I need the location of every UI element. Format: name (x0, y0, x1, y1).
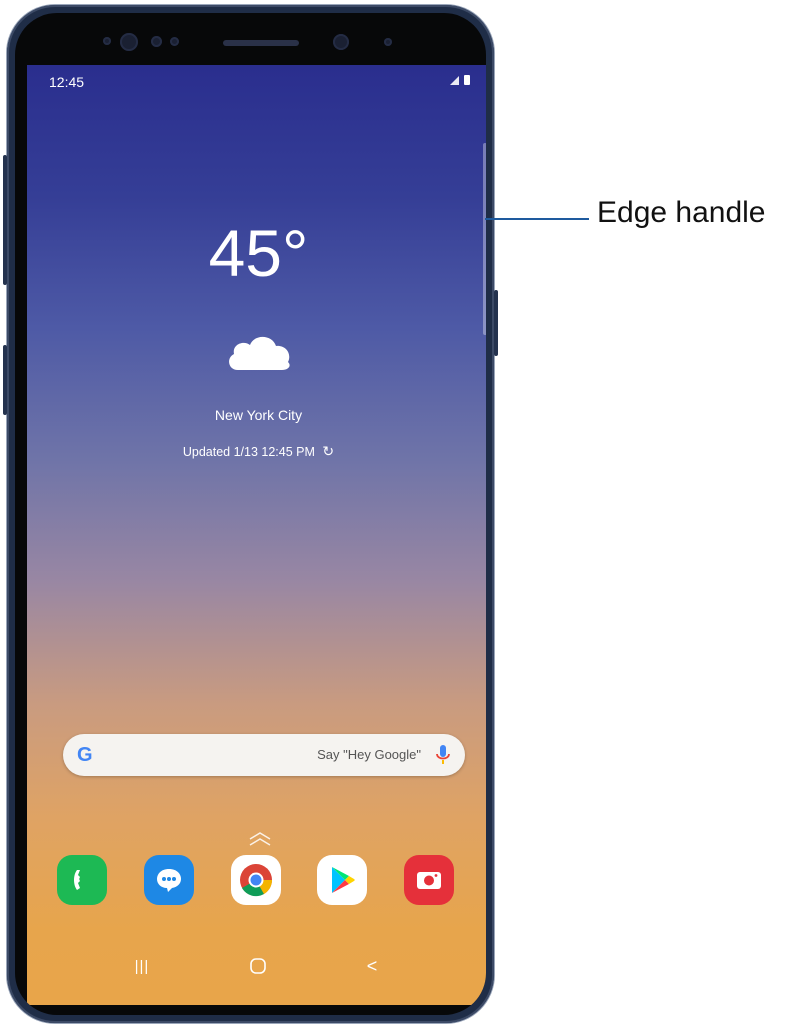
home-icon (250, 958, 266, 974)
weather-temperature[interactable]: 45° (27, 220, 486, 286)
callout-line (485, 218, 589, 220)
weather-updated-text: Updated 1/13 12:45 PM (182, 445, 315, 459)
play-store-app-icon[interactable] (317, 855, 367, 905)
bixby-volume-button (3, 155, 7, 285)
google-logo-icon: G (77, 744, 93, 766)
back-button[interactable]: < (357, 951, 387, 981)
callout-label: Edge handle (597, 196, 766, 229)
recents-button[interactable]: ||| (127, 951, 157, 981)
camera-app-icon[interactable] (404, 855, 454, 905)
status-time: 12:45 (49, 74, 85, 90)
google-search-bar[interactable]: G Say "Hey Google" (63, 734, 465, 776)
status-icons (450, 74, 472, 89)
phone-app-icon[interactable] (57, 855, 107, 905)
light-sensor (170, 37, 179, 46)
iris-scanner-icon (120, 33, 138, 51)
home-button[interactable] (243, 951, 273, 981)
power-button (494, 290, 498, 356)
navigation-bar: ||| < (27, 945, 486, 985)
earpiece-speaker (223, 40, 299, 46)
home-screen: 12:45 45° New York City Updated 1/13 12:… (27, 65, 486, 1005)
recents-icon: ||| (134, 957, 150, 975)
mic-icon[interactable] (435, 744, 451, 766)
front-camera-icon (333, 34, 349, 50)
app-dock (27, 855, 486, 915)
phone-frame: 12:45 45° New York City Updated 1/13 12:… (3, 5, 498, 1023)
signal-battery-icon (450, 75, 470, 85)
volume-button (3, 345, 7, 415)
sensor-bar (15, 13, 486, 65)
cloud-icon (224, 330, 294, 372)
chrome-app-icon[interactable] (231, 855, 281, 905)
messages-app-icon[interactable] (144, 855, 194, 905)
back-icon: < (366, 955, 378, 976)
iris-led (384, 38, 392, 46)
weather-city: New York City (214, 407, 303, 423)
proximity-sensor (151, 36, 162, 47)
weather-updated: Updated 1/13 12:45 PM ↻ (27, 443, 486, 460)
search-hint: Say "Hey Google" (317, 747, 421, 762)
sensor-dot (103, 37, 111, 45)
app-drawer-chevron-icon[interactable] (247, 831, 273, 847)
phone-bezel: 12:45 45° New York City Updated 1/13 12:… (15, 13, 486, 1015)
refresh-icon[interactable]: ↻ (322, 443, 334, 460)
